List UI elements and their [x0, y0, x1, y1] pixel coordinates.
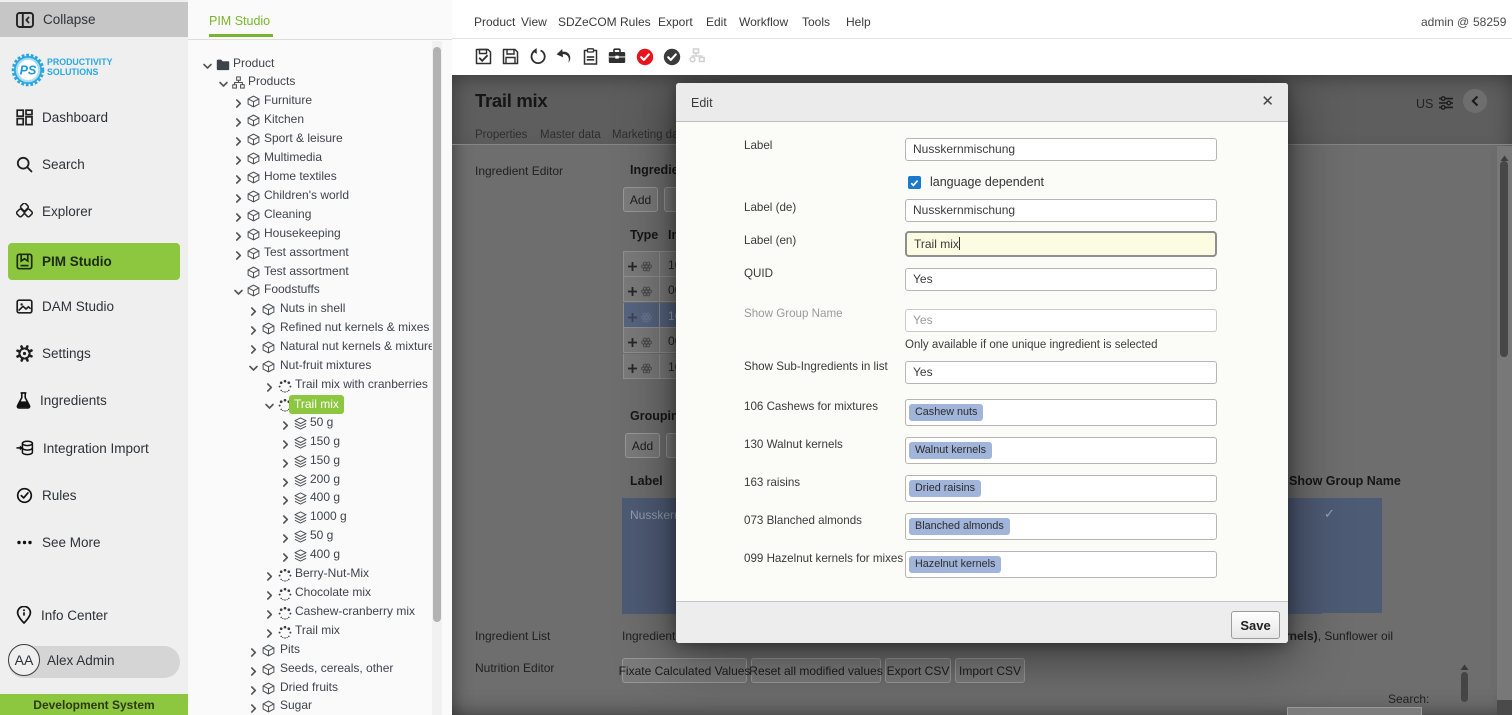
- svg-text:PS: PS: [20, 64, 37, 78]
